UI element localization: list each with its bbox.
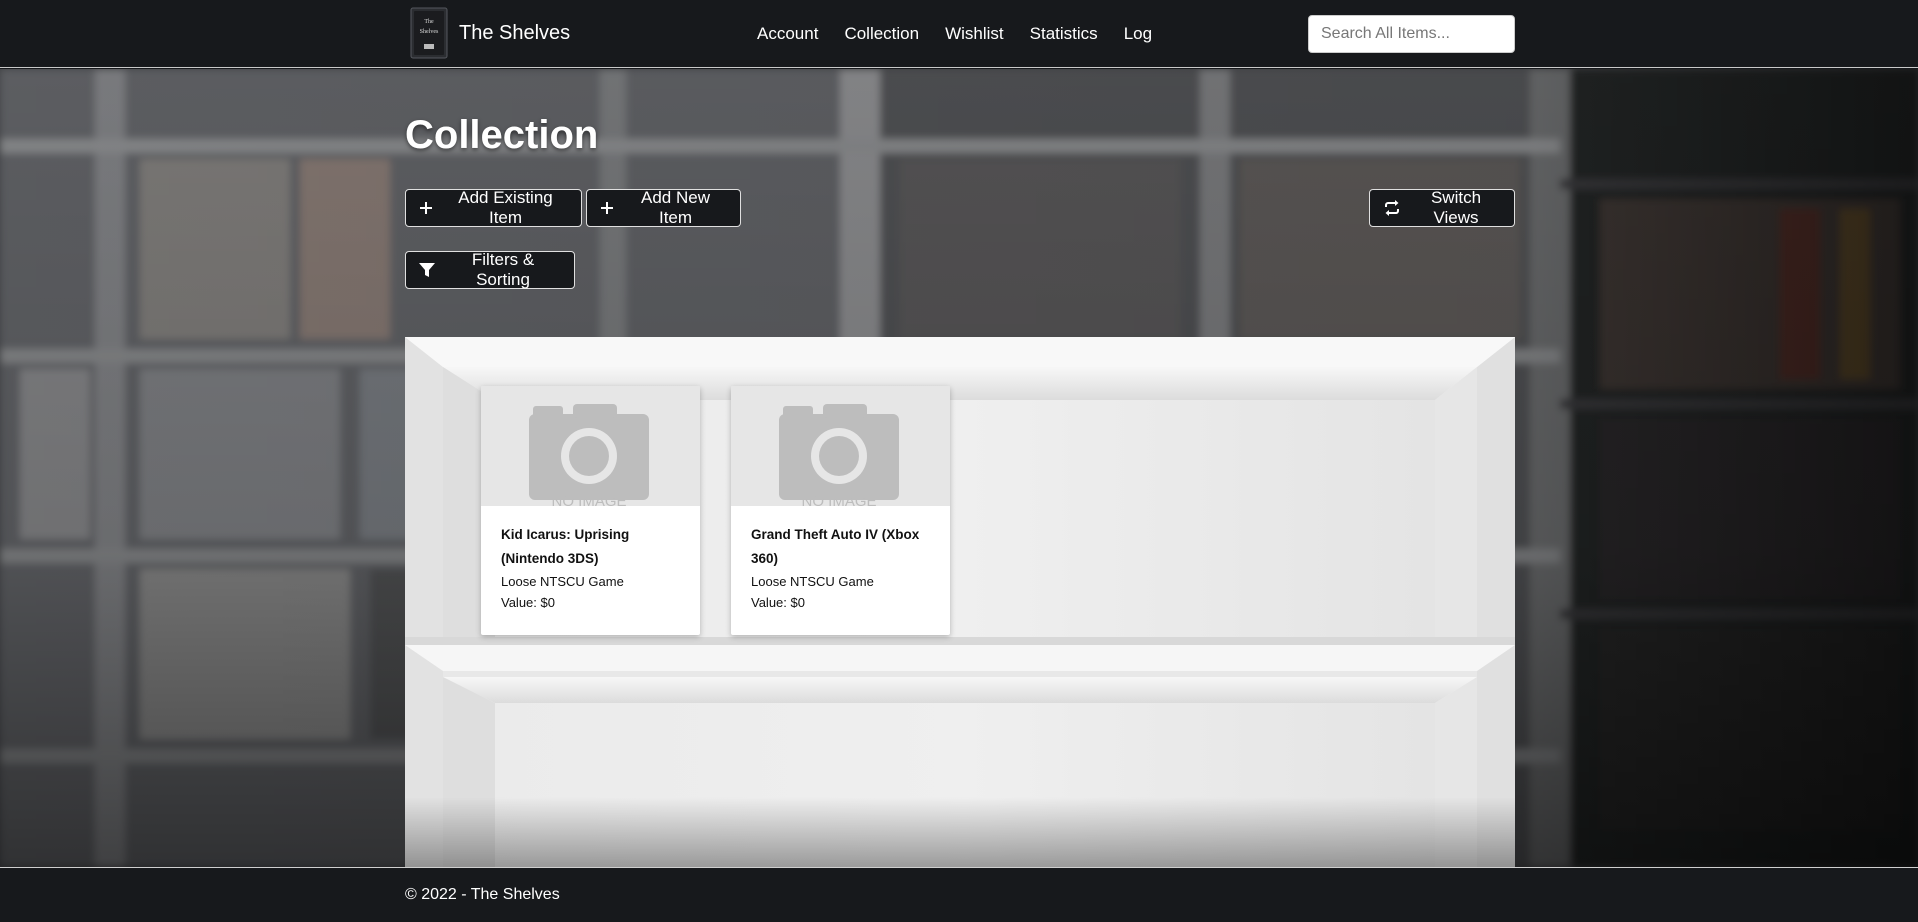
item-condition: Loose NTSCU Game bbox=[751, 574, 874, 589]
plus-icon bbox=[420, 202, 432, 214]
nav-link-statistics[interactable]: Statistics bbox=[1017, 24, 1111, 44]
item-title: Kid Icarus: Uprising (Nintendo 3DS) bbox=[501, 527, 630, 566]
item-condition: Loose NTSCU Game bbox=[501, 574, 624, 589]
filters-sorting-label: Filters & Sorting bbox=[471, 250, 535, 289]
switch-views-label: Switch Views bbox=[1430, 188, 1482, 227]
item-value: Value: $0 bbox=[751, 595, 805, 610]
brand[interactable]: The Shelves The Shelves bbox=[405, 5, 570, 61]
filters-sorting-button[interactable]: Filters & Sorting bbox=[405, 250, 575, 289]
no-image-text: NO IMAGE bbox=[801, 493, 876, 506]
add-existing-item-button[interactable]: Add Existing Item bbox=[405, 188, 582, 227]
nav-link-log[interactable]: Log bbox=[1111, 24, 1165, 44]
add-new-item-label: Add New Item bbox=[641, 188, 710, 227]
brand-logo: The Shelves bbox=[405, 6, 451, 60]
logo-text-2: Shelves bbox=[420, 29, 439, 35]
add-new-item-button[interactable]: Add New Item bbox=[586, 188, 741, 227]
camera-placeholder-icon: NO IMAGE bbox=[731, 386, 950, 506]
item-title: Grand Theft Auto IV (Xbox 360) bbox=[751, 527, 920, 566]
nav-link-collection[interactable]: Collection bbox=[831, 24, 932, 44]
switch-arrows-icon bbox=[1385, 200, 1399, 216]
search-input[interactable] bbox=[1308, 15, 1515, 53]
item-image: NO IMAGE bbox=[481, 386, 700, 506]
camera-placeholder-icon: NO IMAGE bbox=[481, 386, 700, 506]
funnel-icon bbox=[419, 262, 435, 277]
nav-link-account[interactable]: Account bbox=[744, 24, 831, 44]
brand-name: The Shelves bbox=[459, 21, 571, 44]
nav-links: Account Collection Wishlist Statistics L… bbox=[744, 0, 1165, 68]
add-existing-item-label: Add Existing Item bbox=[458, 188, 553, 227]
no-image-text: NO IMAGE bbox=[551, 493, 626, 506]
navbar: The Shelves The Shelves Account Collecti… bbox=[0, 0, 1918, 68]
item-card[interactable]: NO IMAGE Kid Icarus: Uprising (Nintendo … bbox=[481, 386, 700, 635]
item-value: Value: $0 bbox=[501, 595, 555, 610]
page-title: Collection bbox=[405, 113, 599, 157]
plus-icon bbox=[601, 202, 613, 214]
footer: © 2022 - The Shelves bbox=[0, 867, 1918, 922]
switch-views-button[interactable]: Switch Views bbox=[1369, 188, 1515, 227]
item-image: NO IMAGE bbox=[731, 386, 950, 506]
footer-copyright: © 2022 - The Shelves bbox=[405, 886, 560, 903]
logo-text-1: The bbox=[424, 19, 434, 25]
nav-link-wishlist[interactable]: Wishlist bbox=[932, 24, 1017, 44]
item-card[interactable]: NO IMAGE Grand Theft Auto IV (Xbox 360) … bbox=[731, 386, 950, 635]
